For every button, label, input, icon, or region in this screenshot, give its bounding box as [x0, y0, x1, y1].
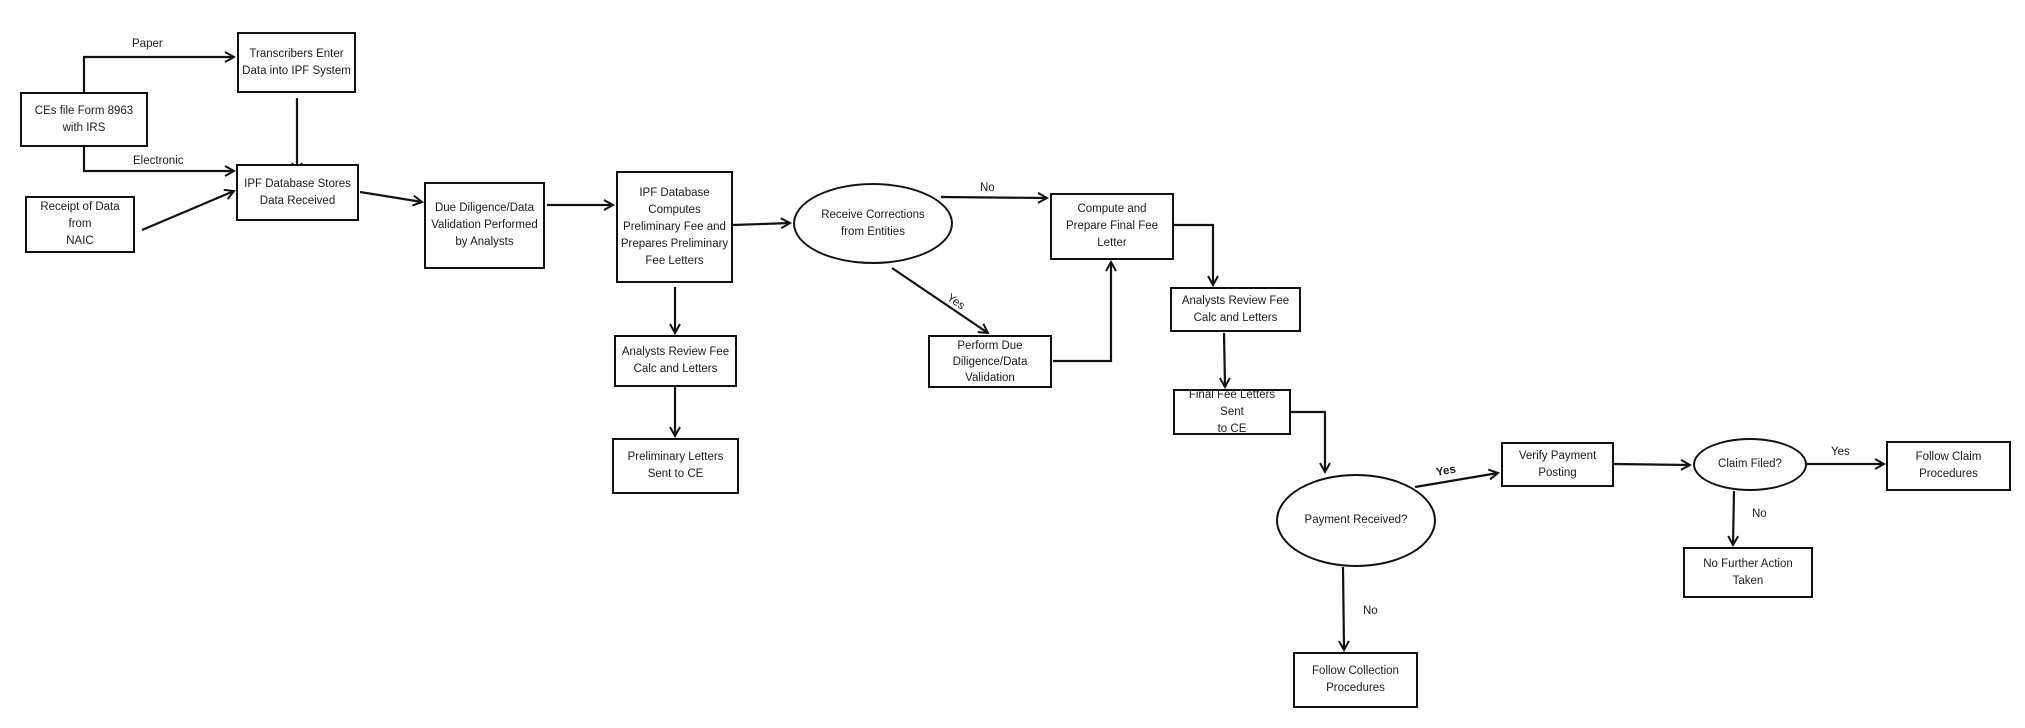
edge-label-electronic: Electronic — [133, 155, 184, 167]
node-perform-due-diligence: Perform Due Diligence/Data Validation — [928, 335, 1052, 388]
edge-label-paper: Paper — [132, 38, 163, 50]
arrow-ipf-stores-to-due-diligence — [359, 190, 422, 202]
arrow-corrections-yes-to-perform — [891, 267, 988, 333]
node-receive-corrections: Receive Corrections from Entities — [793, 183, 953, 264]
edge-label-claim-no: No — [1752, 508, 1767, 520]
arrow-corrections-no-to-compute — [940, 197, 1047, 198]
node-transcribers-enter-data: Transcribers Enter Data into IPF System — [237, 32, 356, 93]
node-claim-filed: Claim Filed? — [1693, 438, 1807, 491]
node-final-letters-sent: Final Fee Letters Sent to CE — [1173, 389, 1291, 435]
arrow-perform-to-compute — [1053, 262, 1111, 363]
arrow-naic-to-ipf-stores — [141, 191, 234, 232]
node-verify-payment-posting: Verify Payment Posting — [1501, 442, 1614, 487]
node-analysts-review-2: Analysts Review Fee Calc and Letters — [1170, 287, 1301, 332]
node-due-diligence-analysts: Due Diligence/Data Validation Performed … — [424, 182, 545, 269]
node-ipf-computes-preliminary: IPF Database Computes Preliminary Fee an… — [616, 171, 733, 283]
arrow-ipf-computes-to-corrections — [732, 223, 790, 225]
arrow-claim-no-to-no-further — [1733, 490, 1734, 545]
arrow-verify-to-claim — [1613, 464, 1690, 465]
node-receipt-of-data-naic: Receipt of Data from NAIC — [25, 196, 135, 253]
node-no-further-action: No Further Action Taken — [1683, 547, 1813, 598]
arrow-analysts-2-to-final — [1224, 332, 1225, 387]
node-ces-file-form: CEs file Form 8963 with IRS — [20, 92, 148, 147]
arrow-final-to-payment — [1291, 410, 1325, 472]
node-ipf-database-stores: IPF Database Stores Data Received — [236, 164, 359, 221]
edge-label-corrections-no: No — [980, 182, 995, 194]
arrow-compute-to-analysts-2 — [1174, 223, 1213, 285]
edge-label-claim-yes: Yes — [1831, 446, 1850, 458]
node-follow-claim-procedures: Follow Claim Procedures — [1886, 441, 2011, 491]
node-compute-final-fee: Compute and Prepare Final Fee Letter — [1050, 193, 1174, 260]
node-preliminary-letters-sent: Preliminary Letters Sent to CE — [612, 438, 739, 494]
node-follow-collection: Follow Collection Procedures — [1293, 652, 1418, 708]
node-payment-received: Payment Received? — [1276, 474, 1436, 567]
node-analysts-review-1: Analysts Review Fee Calc and Letters — [614, 335, 737, 387]
edge-label-payment-no: No — [1363, 605, 1378, 617]
arrow-ces-to-transcribers — [82, 57, 234, 92]
arrow-payment-no-to-collection — [1343, 566, 1344, 650]
